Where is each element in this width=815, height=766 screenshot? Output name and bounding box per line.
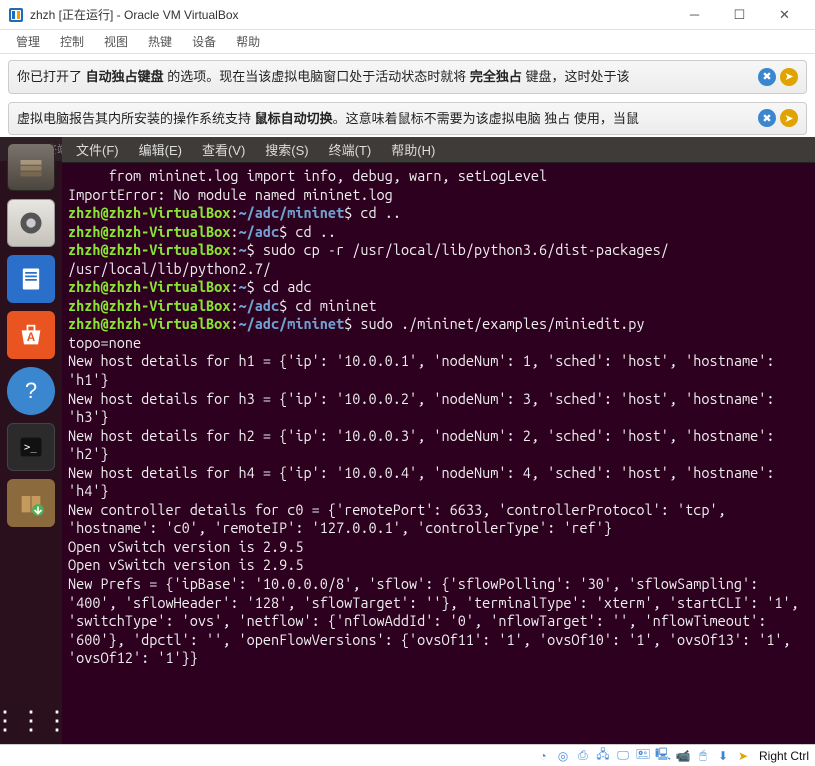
term-cmd: sudo ./mininet/examples/miniedit.py — [360, 315, 644, 332]
notify-dismiss-icon[interactable]: ✖ — [758, 68, 776, 86]
notify-arrow-icon[interactable]: ➤ — [780, 109, 798, 127]
svg-text:A: A — [27, 331, 36, 344]
terminal-body[interactable]: from mininet.log import info, debug, war… — [62, 163, 815, 744]
term-cmd: cd adc — [263, 278, 312, 295]
terminal-window: 文件(F) 编辑(E) 查看(V) 搜索(S) 终端(T) 帮助(H) from… — [62, 137, 815, 744]
guest-display: 活动 终端 ▾ 星期二 18：05 zh ▾ ⇅ 🔊 ⏻ A ? >_ ⋮⋮⋮ … — [0, 137, 815, 744]
launcher-files-icon[interactable] — [7, 143, 55, 191]
menu-view[interactable]: 视图 — [94, 30, 138, 53]
vb-notification-keyboard: 你已打开了 自动独占键盘 的选项。现在当该虚拟电脑窗口处于活动状态时就将 完全独… — [8, 60, 807, 94]
term-line: from mininet.log import info, debug, war… — [68, 167, 547, 184]
vb-titlebar: zhzh [正在运行] - Oracle VM VirtualBox ─ ☐ ✕ — [0, 0, 815, 30]
term-menu-help[interactable]: 帮助(H) — [383, 138, 443, 161]
term-cmd: cd mininet — [295, 297, 376, 314]
host-key-label: Right Ctrl — [759, 749, 809, 763]
status-recording-icon[interactable]: ⬇ — [715, 748, 731, 764]
menu-manage[interactable]: 管理 — [6, 30, 50, 53]
minimize-button[interactable]: ─ — [672, 0, 717, 30]
term-menu-view[interactable]: 查看(V) — [194, 138, 253, 161]
window-title: zhzh [正在运行] - Oracle VM VirtualBox — [30, 6, 672, 23]
vb-menubar: 管理 控制 视图 热键 设备 帮助 — [0, 30, 815, 54]
term-prompt-user: zhzh@zhzh-VirtualBox — [68, 278, 230, 295]
term-prompt-path: ~/adc/mininet — [239, 315, 345, 332]
status-camera-icon[interactable]: 📹 — [675, 748, 691, 764]
close-button[interactable]: ✕ — [762, 0, 807, 30]
notification-text: 虚拟电脑报告其内所安装的操作系统支持 鼠标自动切换。这意味着鼠标不需要为该虚拟电… — [17, 109, 754, 129]
term-prompt-path: ~/adc — [239, 223, 280, 240]
svg-text:>_: >_ — [24, 442, 37, 454]
launcher-terminal-icon[interactable]: >_ — [7, 423, 55, 471]
notify-arrow-icon[interactable]: ➤ — [780, 68, 798, 86]
term-prompt-user: zhzh@zhzh-VirtualBox — [68, 297, 230, 314]
menu-help[interactable]: 帮助 — [226, 30, 270, 53]
notify-dismiss-icon[interactable]: ✖ — [758, 109, 776, 127]
vb-statusbar: ◔ ◎ ⎙ 🖧 🖵 🖭 🖳 📹 🖱 ⬇ ➤ Right Ctrl — [0, 744, 815, 766]
launcher-apps-icon[interactable]: ⋮⋮⋮ — [7, 696, 55, 744]
term-menu-search[interactable]: 搜索(S) — [257, 138, 316, 161]
vb-notification-mouse: 虚拟电脑报告其内所安装的操作系统支持 鼠标自动切换。这意味着鼠标不需要为该虚拟电… — [8, 102, 807, 136]
launcher-libreoffice-icon[interactable] — [7, 255, 55, 303]
status-arrow-icon[interactable]: ➤ — [735, 748, 751, 764]
notification-text: 你已打开了 自动独占键盘 的选项。现在当该虚拟电脑窗口处于活动状态时就将 完全独… — [17, 67, 754, 87]
status-usb-icon[interactable]: ⎙ — [575, 748, 591, 764]
term-prompt-path: ~/adc — [239, 297, 280, 314]
term-prompt-user: zhzh@zhzh-VirtualBox — [68, 204, 230, 221]
virtualbox-icon — [8, 7, 24, 23]
menu-devices[interactable]: 设备 — [182, 30, 226, 53]
status-mouse-icon[interactable]: 🖱 — [695, 748, 711, 764]
term-prompt-user: zhzh@zhzh-VirtualBox — [68, 241, 230, 258]
status-display-icon[interactable]: 🖳 — [655, 748, 671, 764]
term-menu-file[interactable]: 文件(F) — [68, 138, 127, 161]
term-menu-edit[interactable]: 编辑(E) — [131, 138, 190, 161]
menu-hotkeys[interactable]: 热键 — [138, 30, 182, 53]
status-shared-icon[interactable]: 🖵 — [615, 748, 631, 764]
term-prompt-user: zhzh@zhzh-VirtualBox — [68, 315, 230, 332]
term-cmd: cd .. — [360, 204, 401, 221]
menu-control[interactable]: 控制 — [50, 30, 94, 53]
launcher-software-icon[interactable]: A — [7, 311, 55, 359]
term-output: topo=none New host details for h1 = {'ip… — [68, 334, 807, 666]
term-prompt-user: zhzh@zhzh-VirtualBox — [68, 223, 230, 240]
term-prompt-path: ~ — [239, 278, 247, 295]
status-hdd-icon[interactable]: ◔ — [535, 748, 551, 764]
terminal-menubar: 文件(F) 编辑(E) 查看(V) 搜索(S) 终端(T) 帮助(H) — [62, 137, 815, 163]
maximize-button[interactable]: ☐ — [717, 0, 762, 30]
term-cmd: cd .. — [295, 223, 336, 240]
term-line: ImportError: No module named mininet.log — [68, 186, 393, 203]
term-prompt-path: ~ — [239, 241, 247, 258]
ubuntu-launcher: A ? >_ ⋮⋮⋮ — [0, 137, 62, 744]
status-cd-icon[interactable]: ◎ — [555, 748, 571, 764]
term-prompt-path: ~/adc/mininet — [239, 204, 345, 221]
launcher-help-icon[interactable]: ? — [7, 367, 55, 415]
status-audio-icon[interactable]: 🖭 — [635, 748, 651, 764]
term-menu-terminal[interactable]: 终端(T) — [321, 138, 380, 161]
status-network-icon[interactable]: 🖧 — [595, 748, 611, 764]
launcher-package-icon[interactable] — [7, 479, 55, 527]
launcher-rhythmbox-icon[interactable] — [7, 199, 55, 247]
